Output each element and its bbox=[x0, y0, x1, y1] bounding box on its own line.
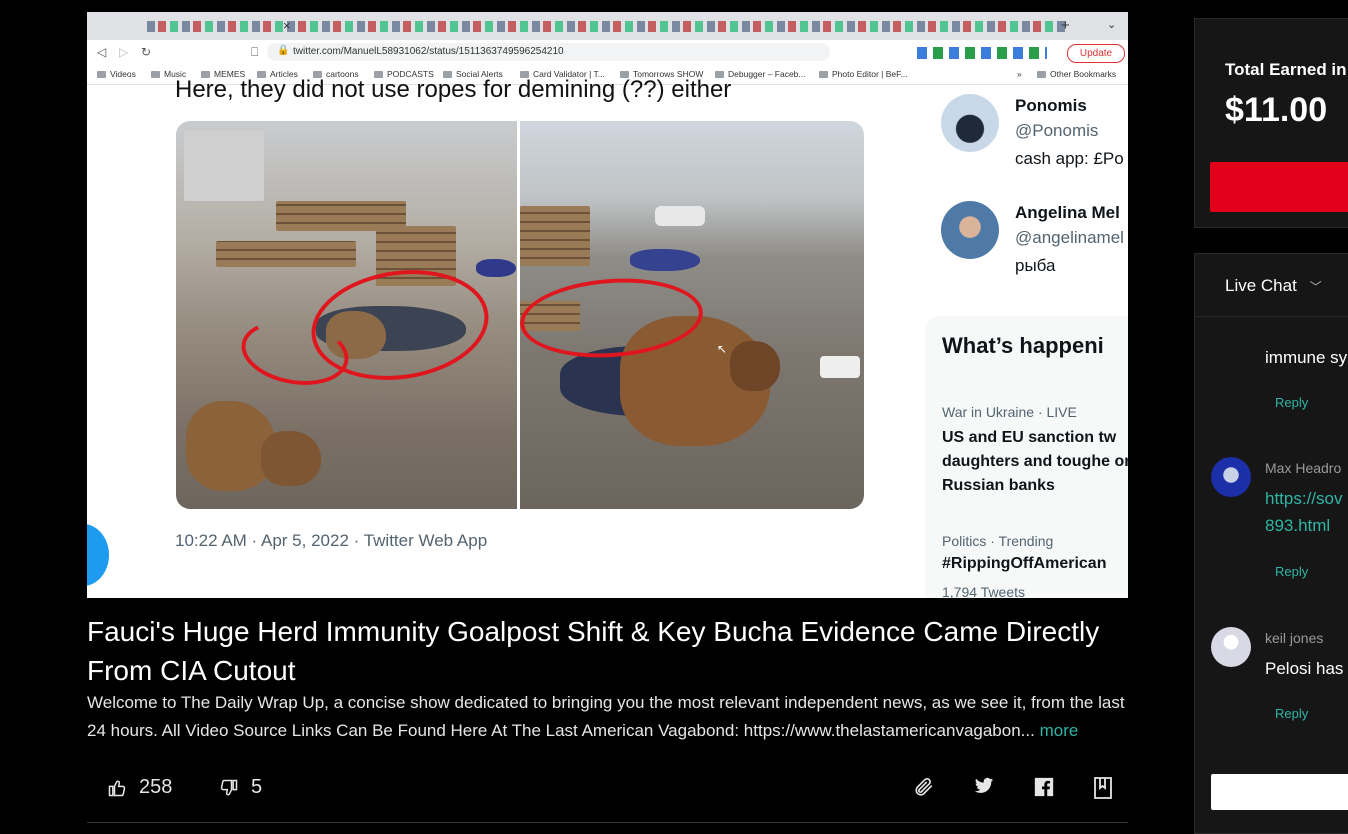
suggestion-bio: рыба bbox=[1015, 256, 1056, 275]
photo-left bbox=[176, 121, 517, 509]
dislike-count: 5 bbox=[251, 776, 263, 798]
avatar bbox=[941, 201, 999, 259]
chat-link[interactable]: 893.html bbox=[1265, 512, 1330, 539]
share-twitter-button[interactable] bbox=[973, 776, 995, 796]
compose-tweet-button bbox=[87, 524, 109, 586]
tweet-headline: Here, they did not use ropes for deminin… bbox=[175, 76, 732, 103]
thumbs-down-icon bbox=[220, 779, 238, 795]
url-text: twitter.com/ManuelL58931062/status/15113… bbox=[293, 46, 564, 57]
paperclip-icon bbox=[915, 777, 933, 796]
like-count: 258 bbox=[139, 776, 173, 798]
twitter-right-panel: Ponomis @Ponomis cash app: £Po Angelina … bbox=[915, 84, 1128, 598]
chat-author: keil jones bbox=[1265, 630, 1324, 646]
back-icon: ◁ bbox=[97, 45, 107, 59]
tweet-photos bbox=[176, 121, 864, 509]
other-bookmarks: Other Bookmarks bbox=[1037, 69, 1116, 79]
photo-right bbox=[517, 121, 864, 509]
trend-text: US and EU sanction tw daughters and toug… bbox=[942, 429, 1128, 494]
chat-link[interactable]: https://sov bbox=[1265, 485, 1342, 512]
divider bbox=[87, 822, 1128, 823]
new-tab-icon: + bbox=[1061, 17, 1070, 34]
facebook-icon bbox=[1034, 777, 1054, 797]
video-description: Welcome to The Daily Wrap Up, a concise … bbox=[87, 689, 1128, 745]
divider bbox=[1195, 316, 1348, 317]
avatar bbox=[1211, 627, 1251, 667]
forward-icon: ▷ bbox=[119, 45, 129, 59]
bookmarks-overflow-icon: » bbox=[1017, 69, 1022, 79]
browser-address-bar: ◁ ▷ ↻ ⎕ 🔒 twitter.com/ManuelL58931062/st… bbox=[87, 40, 1128, 67]
chat-author: Max Headro bbox=[1265, 460, 1342, 476]
bookmark-item: Videos bbox=[97, 69, 136, 79]
browser-update-button: Update bbox=[1067, 44, 1125, 63]
suggestion-bio: cash app: £Po bbox=[1015, 149, 1124, 168]
chat-message-text: Pelosi has c bbox=[1265, 659, 1348, 678]
earnings-card: Total Earned in T $11.00 bbox=[1194, 18, 1348, 228]
mouse-cursor-icon: ↖ bbox=[717, 342, 728, 356]
tweet-timestamp: 10:22 AM · Apr 5, 2022 · Twitter Web App bbox=[175, 531, 488, 550]
reply-link[interactable]: Reply bbox=[1275, 564, 1308, 579]
reply-link[interactable]: Reply bbox=[1275, 706, 1308, 721]
tab-search-chevron-icon: ⌄ bbox=[1107, 19, 1117, 31]
bookmark-item: Photo Editor | BeF... bbox=[819, 69, 907, 79]
url-field: 🔒 twitter.com/ManuelL58931062/status/151… bbox=[267, 43, 830, 61]
earnings-amount: $11.00 bbox=[1225, 91, 1328, 129]
suggestion-handle: @angelinamel bbox=[1015, 228, 1124, 247]
suggestion-handle: @Ponomis bbox=[1015, 121, 1099, 140]
live-chat-header[interactable]: Live Chat ﹀ bbox=[1225, 276, 1322, 296]
more-link[interactable]: more bbox=[1040, 721, 1079, 740]
reload-icon: ↻ bbox=[141, 45, 152, 59]
earnings-label: Total Earned in T bbox=[1225, 60, 1348, 79]
live-chat-title: Live Chat bbox=[1225, 276, 1297, 295]
chat-message-text: immune sy bbox=[1265, 348, 1348, 367]
suggestion-name: Ponomis bbox=[1015, 96, 1087, 115]
like-button[interactable]: 258 bbox=[107, 776, 172, 799]
live-chat-panel: Live Chat ﹀ immune sy Reply Max Headro h… bbox=[1194, 253, 1348, 834]
lock-icon: 🔒 bbox=[277, 45, 290, 56]
trend-meta: Politics · Trending bbox=[942, 533, 1054, 549]
suggestion-name: Angelina Mel bbox=[1015, 203, 1120, 222]
video-description-text: Welcome to The Daily Wrap Up, a concise … bbox=[87, 693, 1125, 740]
video-player[interactable]: × + ⌄ ◁ ▷ ↻ ⎕ 🔒 twitter.com/ManuelL58931… bbox=[87, 12, 1128, 598]
earnings-action-button[interactable] bbox=[1210, 162, 1348, 212]
tab-close-icon: × bbox=[283, 18, 291, 33]
bookmark-icon bbox=[1094, 777, 1112, 799]
chat-input[interactable] bbox=[1211, 774, 1348, 810]
twitter-icon bbox=[974, 777, 994, 793]
thumbs-up-icon bbox=[108, 780, 126, 796]
bookmark-video-button[interactable] bbox=[1093, 776, 1113, 800]
video-actions: 258 5 bbox=[87, 766, 1128, 806]
extension-icons bbox=[917, 47, 1047, 59]
suggestion-item: Ponomis @Ponomis cash app: £Po bbox=[915, 84, 1128, 168]
chevron-down-icon: ﹀ bbox=[1309, 280, 1322, 294]
dislike-button[interactable]: 5 bbox=[219, 776, 262, 799]
trend-meta: War in Ukraine · LIVE bbox=[942, 404, 1077, 420]
avatar bbox=[1211, 457, 1251, 497]
browser-tab-strip: × + ⌄ bbox=[87, 12, 1128, 40]
trend-text: #RippingOffAmerican bbox=[942, 555, 1107, 572]
whats-happening-title: What’s happeni bbox=[942, 333, 1104, 358]
video-title: Fauci's Huge Herd Immunity Goalpost Shif… bbox=[87, 616, 1100, 686]
attach-link-button[interactable] bbox=[913, 776, 935, 798]
bookmark-icon: ⎕ bbox=[251, 45, 259, 59]
share-facebook-button[interactable] bbox=[1033, 776, 1055, 798]
whats-happening-panel: What’s happeni War in Ukraine · LIVE US … bbox=[925, 316, 1128, 598]
reply-link[interactable]: Reply bbox=[1275, 395, 1308, 410]
suggestion-item: Angelina Mel @angelinamel рыба bbox=[915, 191, 1128, 275]
avatar bbox=[941, 94, 999, 152]
trend-count: 1,794 Tweets bbox=[942, 584, 1026, 598]
